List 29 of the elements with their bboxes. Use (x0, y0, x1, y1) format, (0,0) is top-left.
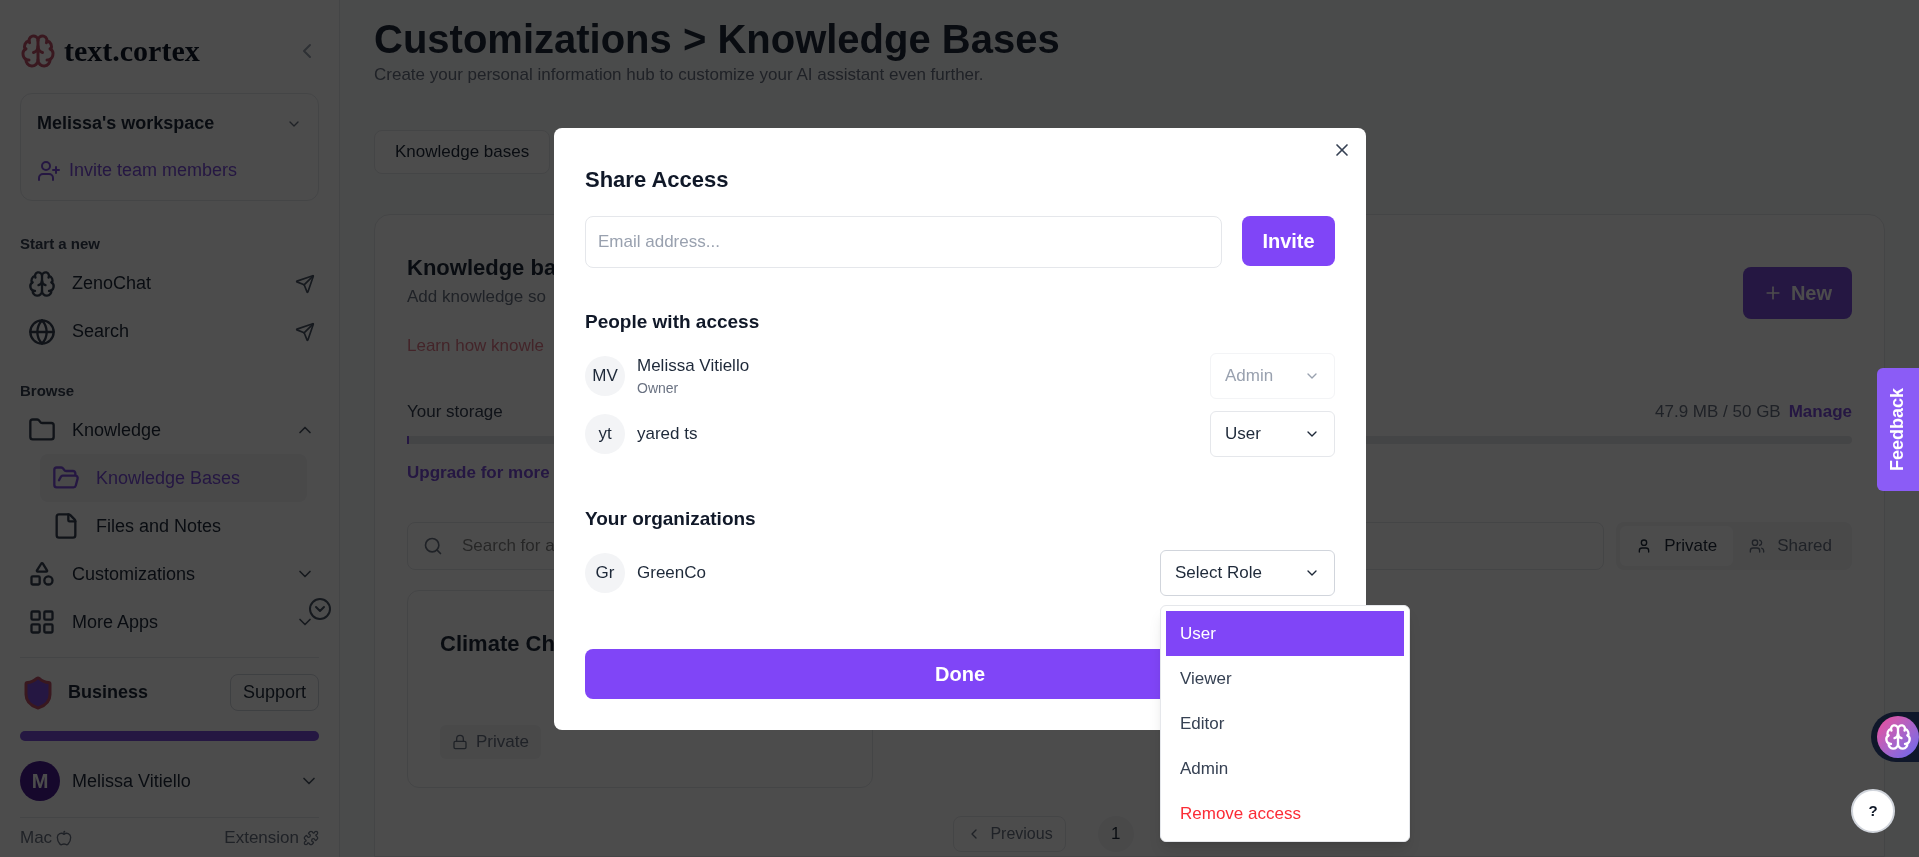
knowledge-base-title: Climate Ch (440, 629, 556, 658)
section-heading: People with access (585, 310, 761, 334)
role-select[interactable]: User (1210, 411, 1335, 457)
invite-button[interactable]: Invite (1242, 216, 1335, 266)
menu-option[interactable]: User (1166, 611, 1404, 656)
menu-option[interactable]: Remove access (1166, 791, 1404, 836)
feedback-tab[interactable]: Feedback (1877, 368, 1919, 491)
organization-name: GreenCo (637, 561, 706, 584)
dialog-title: Share Access (585, 166, 730, 194)
storage-label: Your storage (407, 400, 503, 423)
role-select[interactable]: Select Role (1160, 549, 1335, 596)
initials-avatar: MV (585, 355, 625, 396)
initials-avatar: yt (585, 414, 625, 454)
menu-option[interactable]: Editor (1166, 701, 1404, 746)
section-heading: Your organizations (585, 507, 757, 531)
section-heading: Start a new (20, 234, 102, 254)
user-name: Melissa Vitiello (72, 769, 191, 793)
page-title: Customizations > Knowledge Bases (374, 16, 1061, 62)
email-field[interactable]: Email address... (585, 216, 1222, 268)
person-name: yared ts (637, 423, 698, 446)
role-select: Admin (1210, 352, 1335, 399)
person-role-note: Owner (637, 379, 680, 398)
brain-icon (1884, 723, 1912, 751)
plan-name: Business (68, 681, 149, 704)
initials-avatar: Gr (585, 552, 625, 593)
logo-text: text.cortex (64, 33, 200, 69)
menu-option[interactable]: Admin (1166, 746, 1404, 791)
section-heading: Browse (20, 380, 76, 401)
person-name: Melissa Vitiello (637, 354, 750, 377)
